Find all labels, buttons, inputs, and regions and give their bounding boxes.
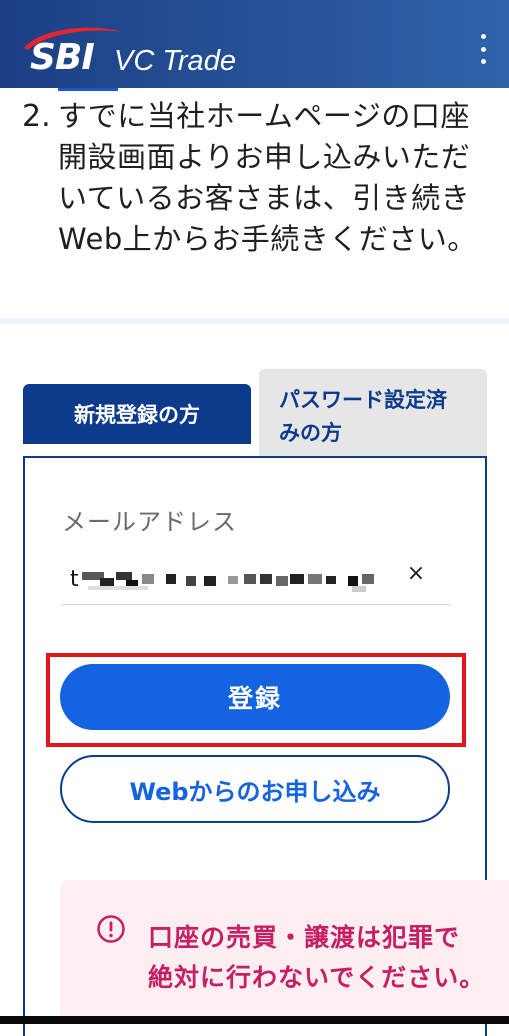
highlight-annotation-box — [46, 653, 466, 747]
instruction-line: すでに当社ホームページの口座 — [58, 99, 470, 133]
more-vertical-icon-dot — [480, 46, 486, 52]
more-menu-button[interactable] — [477, 34, 489, 64]
warning-text: 口座の売買・譲渡は犯罪で 絶対に行わないでください。 — [148, 918, 509, 998]
alert-circle-icon — [97, 915, 125, 943]
more-vertical-icon-dot — [480, 59, 486, 64]
warning-line: 絶対に行わないでください。 — [148, 963, 486, 992]
app-header: SBI VC Trade — [0, 0, 509, 88]
web-apply-button[interactable]: Webからのお申し込み — [60, 755, 450, 823]
warning-notice: 口座の売買・譲渡は犯罪で 絶対に行わないでください。 — [60, 880, 509, 1024]
instruction-number: 2. — [22, 99, 51, 134]
instruction-line: 開設画面よりお申し込みいただ — [58, 140, 471, 174]
instruction-line: Web上からお手続きください。 — [58, 222, 477, 256]
close-icon[interactable]: × — [402, 560, 430, 588]
tab-password-set-label-line: みの方 — [279, 421, 342, 445]
email-label: メールアドレス — [62, 508, 237, 536]
tab-password-set-label-line: パスワード設定済 — [279, 388, 447, 412]
email-input[interactable]: t — [62, 558, 450, 605]
tab-new-registration-label: 新規登録の方 — [74, 403, 200, 427]
section-divider — [0, 318, 509, 324]
email-redaction-mosaic — [80, 568, 380, 596]
tab-new-registration[interactable]: 新規登録の方 — [23, 384, 251, 444]
bottom-edge-bar — [0, 1016, 509, 1024]
sbi-vc-trade-logo: SBI VC Trade — [18, 22, 258, 78]
email-value: t — [70, 567, 79, 592]
warning-line: 口座の売買・譲渡は犯罪で — [148, 923, 461, 952]
more-vertical-icon — [480, 34, 486, 39]
instruction-line: いているお客さまは、引き続き — [58, 181, 471, 215]
link-underline-remnant — [58, 88, 118, 91]
tab-password-set[interactable]: パスワード設定済 みの方 — [259, 369, 487, 456]
logo-sbi-text: SBI — [30, 37, 95, 78]
logo-product-text: VC Trade — [114, 45, 236, 77]
web-apply-button-label: Webからのお申し込み — [129, 777, 381, 806]
instruction-text: すでに当社ホームページの口座 開設画面よりお申し込みいただ いているお客さまは、… — [58, 96, 488, 260]
